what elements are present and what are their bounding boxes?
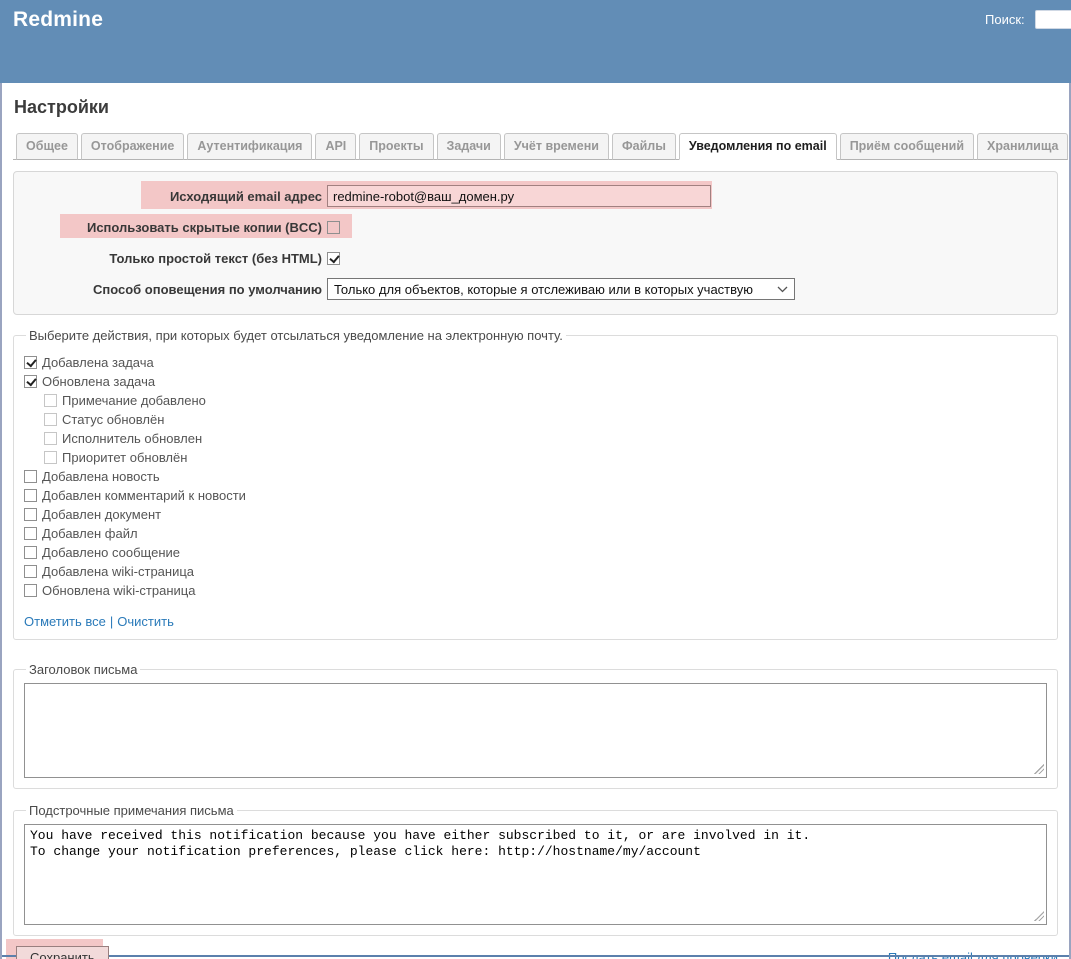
option-label: Добавлено сообщение — [42, 545, 180, 560]
form-row-bcc: Использовать скрытые копии (BCC) — [22, 215, 1049, 239]
settings-tab[interactable]: Общее — [16, 133, 78, 160]
option-checkbox[interactable] — [24, 527, 37, 540]
notification-option-row: Статус обновлён — [44, 410, 1047, 429]
notification-option-row: Примечание добавлено — [44, 391, 1047, 410]
plain-text-label: Только простой текст (без HTML) — [22, 251, 322, 266]
notification-events-fieldset: Выберите действия, при которых будет отс… — [13, 328, 1058, 640]
page-title: Настройки — [2, 83, 1069, 118]
option-checkbox[interactable] — [24, 546, 37, 559]
option-checkbox[interactable] — [24, 489, 37, 502]
selection-links: Отметить все | Очистить — [24, 614, 1047, 629]
settings-tab[interactable]: Уведомления по email — [679, 133, 837, 160]
notification-option-row: Приоритет обновлён — [44, 448, 1047, 467]
option-checkbox[interactable] — [24, 565, 37, 578]
settings-tab[interactable]: Учёт времени — [504, 133, 609, 160]
option-checkbox[interactable] — [44, 394, 57, 407]
notification-option-row: Добавлен документ — [24, 505, 1047, 524]
email-header-legend: Заголовок письма — [26, 662, 140, 677]
bcc-label: Использовать скрытые копии (BCC) — [22, 220, 322, 235]
option-checkbox[interactable] — [44, 451, 57, 464]
resize-grip-icon[interactable] — [1034, 911, 1044, 921]
email-footer-legend: Подстрочные примечания письма — [26, 803, 237, 818]
default-notification-label: Способ оповещения по умолчанию — [22, 282, 322, 297]
option-label: Добавлена новость — [42, 469, 160, 484]
email-settings-box: Исходящий email адрес Использовать скрыт… — [13, 171, 1058, 315]
form-row-default-notification: Способ оповещения по умолчанию Только дл… — [22, 277, 1049, 301]
email-header-textarea-wrap — [24, 683, 1047, 778]
notification-option-row: Добавлена wiki-страница — [24, 562, 1047, 581]
option-label: Статус обновлён — [62, 412, 164, 427]
notification-events-legend: Выберите действия, при которых будет отс… — [26, 328, 566, 343]
settings-tabs: ОбщееОтображениеАутентификацияAPIПроекты… — [13, 132, 1058, 160]
settings-tab[interactable]: Отображение — [81, 133, 184, 160]
settings-tab[interactable]: Хранилища — [977, 133, 1068, 160]
notification-option-row: Обновлена wiki-страница — [24, 581, 1047, 600]
form-row-plain-text: Только простой текст (без HTML) — [22, 246, 1049, 270]
form-row-mail-from: Исходящий email адрес — [22, 184, 1049, 208]
option-label: Обновлена wiki-страница — [42, 583, 195, 598]
chevron-down-icon — [777, 286, 788, 293]
notification-option-row: Добавлена новость — [24, 467, 1047, 486]
footer-divider — [2, 955, 1069, 957]
option-checkbox[interactable] — [44, 432, 57, 445]
option-label: Добавлена wiki-страница — [42, 564, 194, 579]
option-label: Исполнитель обновлен — [62, 431, 202, 446]
option-label: Добавлена задача — [42, 355, 154, 370]
settings-tab[interactable]: Задачи — [437, 133, 501, 160]
option-label: Добавлен файл — [42, 526, 138, 541]
email-footer-textarea-wrap: You have received this notification beca… — [24, 824, 1047, 925]
settings-tab[interactable]: Проекты — [359, 133, 433, 160]
mail-from-input[interactable] — [327, 185, 711, 207]
main-content: Настройки ОбщееОтображениеАутентификация… — [0, 83, 1071, 959]
email-footer-textarea[interactable]: You have received this notification beca… — [24, 824, 1047, 925]
settings-tab[interactable]: Файлы — [612, 133, 676, 160]
notification-option-row: Добавлен комментарий к новости — [24, 486, 1047, 505]
notification-option-row: Добавлен файл — [24, 524, 1047, 543]
settings-tab[interactable]: API — [315, 133, 356, 160]
check-all-link[interactable]: Отметить все — [24, 614, 106, 629]
email-header-textarea[interactable] — [24, 683, 1047, 778]
notification-options: Добавлена задача Обновлена задача Примечан… — [24, 353, 1047, 600]
option-checkbox[interactable] — [24, 375, 37, 388]
settings-tab[interactable]: Приём сообщений — [840, 133, 974, 160]
app-title: Redmine — [0, 0, 1071, 32]
option-checkbox[interactable] — [24, 584, 37, 597]
option-checkbox[interactable] — [24, 356, 37, 369]
email-header-fieldset: Заголовок письма — [13, 662, 1058, 789]
notification-option-row: Добавлено сообщение — [24, 543, 1047, 562]
option-label: Добавлен документ — [42, 507, 161, 522]
resize-grip-icon[interactable] — [1034, 764, 1044, 774]
default-notification-select[interactable]: Только для объектов, которые я отслежива… — [327, 278, 795, 300]
option-label: Добавлен комментарий к новости — [42, 488, 246, 503]
email-footer-fieldset: Подстрочные примечания письма You have r… — [13, 803, 1058, 936]
clear-link[interactable]: Очистить — [117, 614, 174, 629]
notification-option-row: Обновлена задача — [24, 372, 1047, 391]
app-header: Redmine Поиск: — [0, 0, 1071, 83]
search-area: Поиск: — [985, 10, 1071, 29]
option-label: Приоритет обновлён — [62, 450, 187, 465]
bcc-checkbox[interactable] — [327, 221, 340, 234]
settings-tab[interactable]: Аутентификация — [187, 133, 312, 160]
notification-option-row: Исполнитель обновлен — [44, 429, 1047, 448]
option-label: Примечание добавлено — [62, 393, 206, 408]
link-separator: | — [110, 614, 113, 629]
bottom-actions: Сохранить Послать email для проверки — [16, 946, 1058, 959]
notification-option-row: Добавлена задача — [24, 353, 1047, 372]
selected-option-text: Только для объектов, которые я отслежива… — [334, 282, 753, 297]
mail-from-label: Исходящий email адрес — [22, 189, 322, 204]
option-checkbox[interactable] — [24, 508, 37, 521]
save-button[interactable]: Сохранить — [16, 946, 109, 959]
option-checkbox[interactable] — [24, 470, 37, 483]
option-label: Обновлена задача — [42, 374, 155, 389]
plain-text-checkbox[interactable] — [327, 252, 340, 265]
option-checkbox[interactable] — [44, 413, 57, 426]
redmine-settings-page: Redmine Поиск: Настройки ОбщееОтображени… — [0, 0, 1071, 959]
search-input[interactable] — [1035, 10, 1071, 29]
search-label: Поиск: — [985, 12, 1025, 27]
